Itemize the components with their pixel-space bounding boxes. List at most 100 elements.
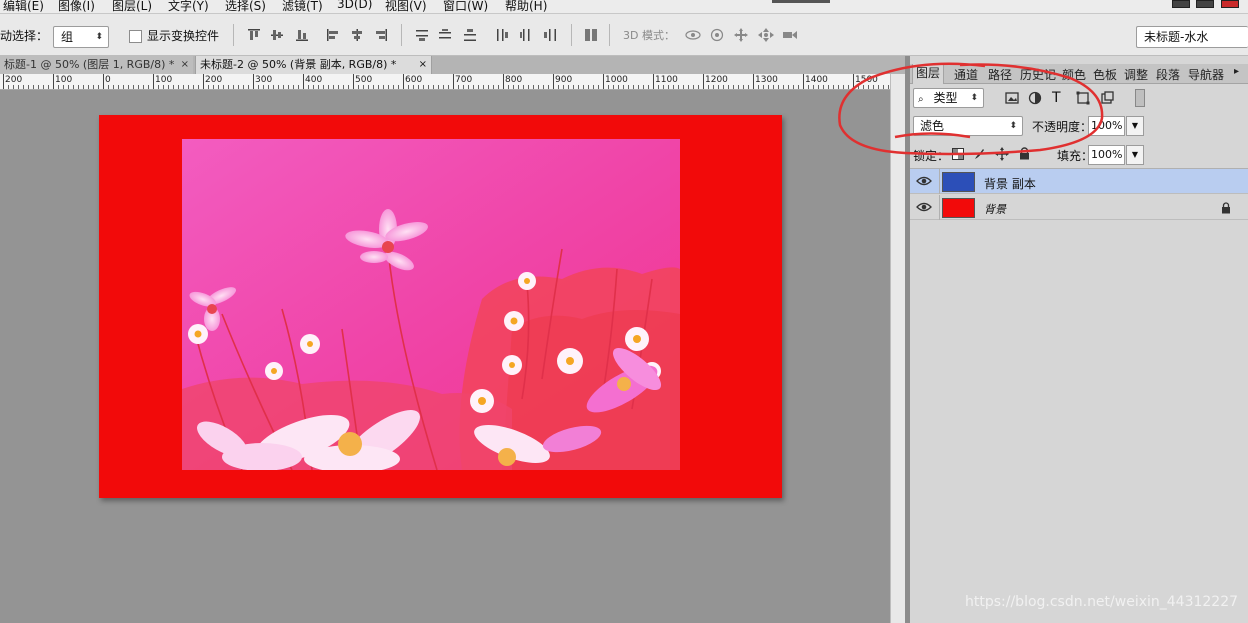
eye-icon[interactable] xyxy=(916,175,932,187)
ruler-minor-tick xyxy=(68,85,69,89)
filter-toggle-switch[interactable] xyxy=(1135,89,1145,107)
distribute-hcenter-icon[interactable] xyxy=(519,28,533,42)
menu-help[interactable]: 帮助(H) xyxy=(505,0,547,13)
tab-navigator[interactable]: 导航器 xyxy=(1188,66,1224,83)
slide-3d-icon[interactable] xyxy=(758,28,774,42)
ruler-minor-tick xyxy=(363,85,364,89)
filter-smartobject-icon[interactable] xyxy=(1100,91,1114,105)
distribute-vcenter-icon[interactable] xyxy=(438,28,452,42)
tab-document-2[interactable]: 未标题-2 @ 50% (背景 副本, RGB/8) * × xyxy=(195,56,432,74)
ruler-minor-tick xyxy=(378,85,379,89)
menu-view[interactable]: 视图(V) xyxy=(385,0,427,13)
restore-icon[interactable] xyxy=(1196,0,1214,8)
opacity-dropdown-icon[interactable]: ▼ xyxy=(1126,116,1144,136)
ruler-minor-tick xyxy=(23,85,24,89)
fill-dropdown-icon[interactable]: ▼ xyxy=(1126,145,1144,165)
layer-row-background-copy[interactable]: 背景 副本 xyxy=(910,169,1248,194)
roll-3d-icon[interactable] xyxy=(710,28,724,42)
ruler-minor-tick xyxy=(268,85,269,89)
tab-swatches[interactable]: 色板 xyxy=(1093,66,1117,83)
ruler-label: 600 xyxy=(405,75,423,85)
ruler-minor-tick xyxy=(283,85,284,89)
layer-thumbnail xyxy=(942,198,975,218)
ruler-minor-tick xyxy=(93,85,94,89)
blend-mode-dropdown[interactable]: 滤色 ⬍ xyxy=(913,116,1023,136)
title-strip xyxy=(772,0,830,3)
layer-name[interactable]: 背景 xyxy=(984,201,1006,217)
filter-type-icon[interactable]: T xyxy=(1052,91,1066,105)
ruler-minor-tick xyxy=(463,85,464,89)
ruler-minor-tick xyxy=(243,85,244,89)
close-window-icon[interactable] xyxy=(1221,0,1239,8)
close-icon[interactable]: × xyxy=(181,56,189,73)
auto-align-icon[interactable] xyxy=(584,28,598,42)
layer-filter-dropdown[interactable]: ⌕ 类型 ⬍ xyxy=(913,88,984,108)
divider xyxy=(939,195,940,220)
menu-image[interactable]: 图像(I) xyxy=(58,0,95,13)
tab-paths[interactable]: 路径 xyxy=(988,66,1012,83)
workspace-dropdown[interactable]: 未标题-水水 xyxy=(1136,26,1248,48)
layer-row-background[interactable]: 背景 xyxy=(910,195,1248,220)
menu-edit[interactable]: 编辑(E) xyxy=(3,0,44,13)
ruler-minor-tick xyxy=(763,85,764,89)
filter-shape-icon[interactable] xyxy=(1076,91,1090,105)
align-right-icon[interactable] xyxy=(374,28,388,42)
ruler-minor-tick xyxy=(318,85,319,89)
divider xyxy=(233,24,234,46)
tab-paragraph[interactable]: 段落 xyxy=(1156,66,1180,83)
chevron-updown-icon: ⬍ xyxy=(95,32,103,42)
ruler-minor-tick xyxy=(348,85,349,89)
menu-select[interactable]: 选择(S) xyxy=(225,0,266,13)
menu-layer[interactable]: 图层(L) xyxy=(112,0,152,13)
align-top-icon[interactable] xyxy=(247,28,261,42)
distribute-top-icon[interactable] xyxy=(415,28,429,42)
align-bottom-icon[interactable] xyxy=(295,28,309,42)
distribute-right-icon[interactable] xyxy=(543,28,557,42)
align-hcenter-icon[interactable] xyxy=(350,28,364,42)
menu-type[interactable]: 文字(Y) xyxy=(168,0,209,13)
menu-window[interactable]: 窗口(W) xyxy=(443,0,488,13)
opacity-input[interactable]: 100% xyxy=(1088,116,1125,136)
ruler-minor-tick xyxy=(818,85,819,89)
ruler-major-tick xyxy=(803,74,804,89)
filter-pixel-icon[interactable] xyxy=(1005,91,1019,105)
fill-input[interactable]: 100% xyxy=(1088,145,1125,165)
menu-filter[interactable]: 滤镜(T) xyxy=(282,0,323,13)
show-transform-checkbox[interactable] xyxy=(129,30,142,43)
auto-select-dropdown[interactable]: 组 ⬍ xyxy=(53,26,109,48)
filter-adjustment-icon[interactable] xyxy=(1028,91,1042,105)
tab-layers[interactable]: 图层 xyxy=(912,64,945,84)
tab-history[interactable]: 历史记 xyxy=(1020,66,1056,83)
tab-document-1[interactable]: 标题-1 @ 50% (图层 1, RGB/8) * × xyxy=(0,56,193,74)
orbit-3d-icon[interactable] xyxy=(685,28,701,42)
document-canvas[interactable] xyxy=(99,115,782,498)
distribute-bottom-icon[interactable] xyxy=(463,28,477,42)
tab-color[interactable]: 颜色 xyxy=(1062,66,1086,83)
vertical-scrollbar[interactable] xyxy=(890,74,905,623)
ruler-minor-tick xyxy=(58,85,59,89)
lock-image-icon[interactable] xyxy=(973,148,987,162)
scale-3d-icon[interactable] xyxy=(782,28,797,42)
align-left-icon[interactable] xyxy=(326,28,340,42)
close-icon[interactable]: × xyxy=(419,56,427,73)
mode-3d-label: 3D 模式： xyxy=(623,29,675,42)
panel-menu-icon[interactable]: ▸ xyxy=(1234,66,1239,77)
pan-3d-icon[interactable] xyxy=(734,28,748,42)
menu-3d[interactable]: 3D(D) xyxy=(337,0,372,11)
ruler-minor-tick xyxy=(158,85,159,89)
tab-channels[interactable]: 通道 xyxy=(954,66,978,83)
lock-all-icon[interactable] xyxy=(1019,147,1033,161)
ruler-minor-tick xyxy=(468,85,469,89)
eye-icon[interactable] xyxy=(916,201,932,213)
tab-adjustments[interactable]: 调整 xyxy=(1124,66,1148,83)
align-vcenter-icon[interactable] xyxy=(270,28,284,42)
distribute-left-icon[interactable] xyxy=(495,28,509,42)
ruler-label: 1100 xyxy=(655,75,678,85)
layer-name[interactable]: 背景 副本 xyxy=(984,175,1036,192)
opacity-label: 不透明度： xyxy=(1032,120,1093,134)
ruler-minor-tick xyxy=(738,85,739,89)
ruler-major-tick xyxy=(303,74,304,89)
lock-position-icon[interactable] xyxy=(995,147,1009,161)
minimize-icon[interactable] xyxy=(1172,0,1190,8)
lock-transparent-icon[interactable] xyxy=(952,148,966,162)
